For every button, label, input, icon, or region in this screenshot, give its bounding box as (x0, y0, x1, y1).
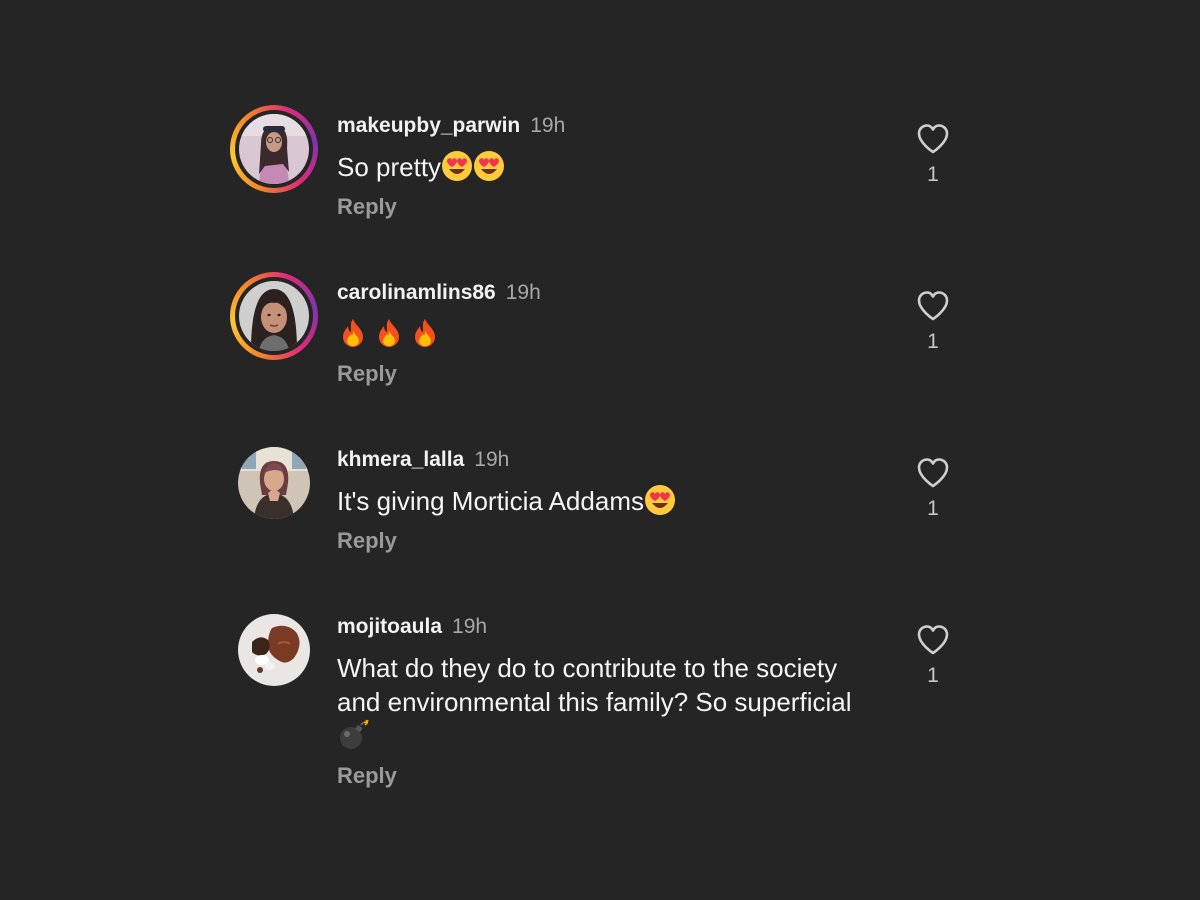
heart-outline-icon (917, 458, 949, 488)
comment-meta: mojitoaula 19h (337, 612, 877, 641)
comment-meta: carolinamlins86 19h (337, 278, 877, 307)
avatar (239, 281, 309, 351)
bomb-emoji-icon (337, 719, 369, 751)
comment-text (337, 317, 877, 351)
heart-eyes-emoji-icon (644, 484, 676, 516)
comment-username[interactable]: carolinamlins86 (337, 281, 496, 304)
heart-outline-icon (917, 625, 949, 655)
fire-emoji-icon (409, 317, 441, 349)
comment-username[interactable]: mojitoaula (337, 615, 442, 638)
comment-username[interactable]: makeupby_parwin (337, 114, 520, 137)
avatar[interactable] (230, 439, 318, 527)
comment-text: It's giving Morticia Addams (337, 484, 877, 518)
reply-button[interactable]: Reply (337, 361, 397, 387)
comment-username[interactable]: khmera_lalla (337, 448, 464, 471)
like-button[interactable]: 1 (915, 457, 951, 521)
avatar[interactable] (230, 606, 318, 694)
like-button[interactable]: 1 (915, 123, 951, 187)
comment-text-body: What do they do to contribute to the soc… (337, 653, 852, 717)
comment-content: khmera_lalla 19h It's giving Morticia Add… (337, 445, 877, 554)
comment-content: carolinamlins86 19h Reply (337, 278, 877, 387)
like-button[interactable]: 1 (915, 624, 951, 688)
comment-text-body: It's giving Morticia Addams (337, 486, 644, 516)
comment-time: 19h (530, 114, 566, 137)
comment-text: So pretty (337, 150, 877, 184)
heart-outline-icon (917, 124, 949, 154)
like-count: 1 (927, 163, 939, 186)
avatar-image (239, 281, 309, 351)
comment-time: 19h (474, 448, 510, 471)
reply-button[interactable]: Reply (337, 194, 397, 220)
comment-content: makeupby_parwin 19h So pretty Reply (337, 111, 877, 220)
like-button[interactable]: 1 (915, 290, 951, 354)
reply-button[interactable]: Reply (337, 528, 397, 554)
avatar-image (238, 447, 310, 519)
comment-text-body: So pretty (337, 152, 442, 182)
avatar-story-ring[interactable] (230, 105, 318, 193)
fire-emoji-icon (373, 317, 405, 349)
comment-meta: makeupby_parwin 19h (337, 111, 877, 140)
avatar-image (238, 614, 310, 686)
comment-text: What do they do to contribute to the soc… (337, 651, 877, 753)
heart-outline-icon (917, 291, 949, 321)
like-count: 1 (927, 664, 939, 687)
heart-eyes-emoji-icon (441, 150, 473, 182)
like-count: 1 (927, 497, 939, 520)
like-count: 1 (927, 330, 939, 353)
avatar-image (239, 114, 309, 184)
comment-time: 19h (505, 281, 541, 304)
avatar-story-ring[interactable] (230, 272, 318, 360)
heart-eyes-emoji-icon (473, 150, 505, 182)
comment-content: mojitoaula 19h What do they do to contrib… (337, 612, 877, 789)
comments-list: makeupby_parwin 19h So pretty Reply 1 ca… (0, 0, 1200, 900)
avatar (239, 114, 309, 184)
comment-time: 19h (452, 615, 488, 638)
reply-button[interactable]: Reply (337, 763, 397, 789)
fire-emoji-icon (337, 317, 369, 349)
comment-meta: khmera_lalla 19h (337, 445, 877, 474)
